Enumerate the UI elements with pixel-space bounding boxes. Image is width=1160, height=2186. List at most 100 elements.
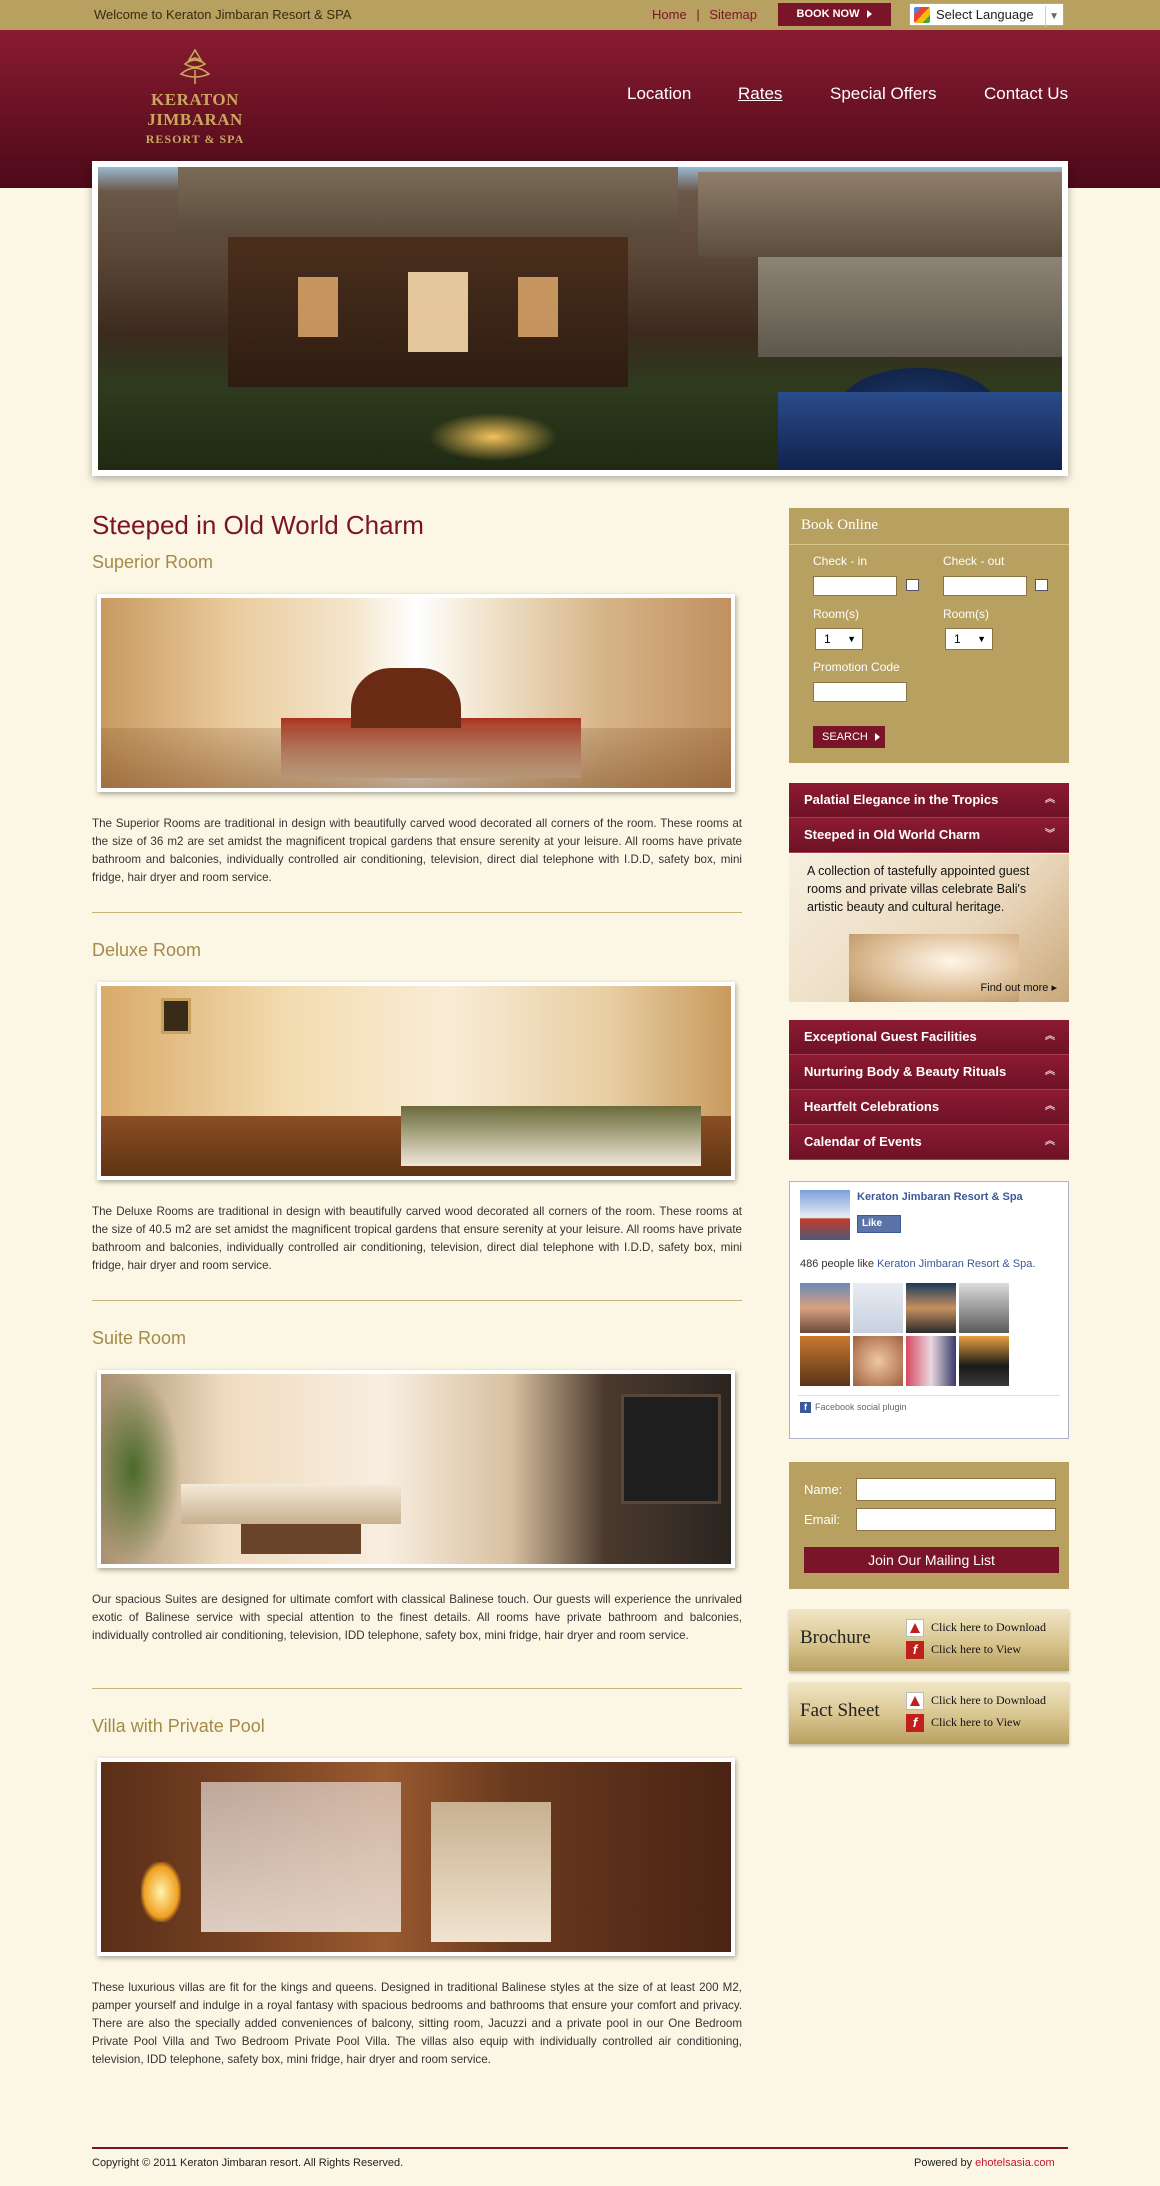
chevron-down-icon: ▼ xyxy=(847,634,856,644)
rooms-select[interactable]: 1 ▼ xyxy=(945,628,993,650)
divider xyxy=(92,1688,742,1689)
sitemap-link[interactable]: Sitemap xyxy=(709,7,757,22)
room-image-villa xyxy=(97,1758,735,1956)
search-button-label: SEARCH xyxy=(822,731,868,743)
divider xyxy=(92,1300,742,1301)
chevron-up-icon: ︽ xyxy=(1045,1136,1055,1147)
link-separator: | xyxy=(696,7,700,22)
join-mailing-list-button[interactable]: Join Our Mailing List xyxy=(804,1547,1059,1573)
room-desc-suite: Our spacious Suites are designed for ult… xyxy=(92,1593,742,1642)
accordion-celebrations[interactable]: Heartfelt Celebrations ︽ xyxy=(789,1090,1069,1125)
nav-rates[interactable]: Rates xyxy=(738,84,782,104)
book-online-title: Book Online xyxy=(801,517,879,533)
footer-divider xyxy=(92,2147,1068,2149)
logo-emblem-icon xyxy=(175,48,215,86)
accordion-label: Nurturing Body & Beauty Rituals xyxy=(804,1064,1007,1079)
room-desc-villa: These luxurious villas are fit for the k… xyxy=(92,1981,742,2066)
divider xyxy=(92,912,742,913)
welcome-text: Welcome to Keraton Jimbaran Resort & SPA xyxy=(94,7,352,22)
rooms-label: Room(s) xyxy=(943,607,990,621)
email-input[interactable] xyxy=(856,1508,1056,1531)
accordion-label: Palatial Elegance in the Tropics xyxy=(804,792,999,807)
nav-location[interactable]: Location xyxy=(627,84,691,104)
brochure-download-label: Click here to Download xyxy=(931,1619,1046,1634)
name-label: Name: xyxy=(804,1482,843,1497)
accordion-calendar-events[interactable]: Calendar of Events ︽ xyxy=(789,1125,1069,1160)
calendar-icon[interactable] xyxy=(906,579,919,591)
checkout-label: Check - out xyxy=(943,554,1005,568)
facebook-page-name[interactable]: Keraton Jimbaran Resort & Spa xyxy=(857,1191,1023,1203)
flash-icon: f xyxy=(906,1714,924,1732)
book-now-label: BOOK NOW xyxy=(796,8,860,20)
fact-sheet-box: Fact Sheet Click here to Download f Click… xyxy=(789,1682,1069,1744)
rooms-select-value: 1 xyxy=(824,632,831,646)
nav-contact-us[interactable]: Contact Us xyxy=(984,84,1068,104)
book-now-button[interactable]: BOOK NOW xyxy=(778,3,891,26)
logo[interactable]: KERATON JIMBARAN RESORT & SPA xyxy=(105,48,285,146)
fact-sheet-title: Fact Sheet xyxy=(800,1700,880,1721)
room-image-deluxe xyxy=(97,982,735,1180)
fact-sheet-view-link[interactable]: f Click here to View xyxy=(906,1714,1021,1732)
powered-by-link[interactable]: ehotelsasia.com xyxy=(975,2157,1055,2169)
avatar[interactable] xyxy=(853,1283,903,1333)
room-desc-deluxe: The Deluxe Rooms are traditional in desi… xyxy=(92,1205,742,1272)
facebook-icon: f xyxy=(800,1402,811,1413)
rooms-select[interactable]: 1 ▼ xyxy=(815,628,863,650)
avatar[interactable] xyxy=(800,1336,850,1386)
rooms-select-value: 1 xyxy=(954,632,961,646)
avatar[interactable] xyxy=(853,1336,903,1386)
arrow-right-icon xyxy=(874,733,880,742)
checkin-label: Check - in xyxy=(813,554,868,568)
accordion-old-world-charm[interactable]: Steeped in Old World Charm ︾ xyxy=(789,818,1069,853)
checkout-input[interactable] xyxy=(943,576,1027,596)
avatar[interactable] xyxy=(959,1336,1009,1386)
room-title-suite: Suite Room xyxy=(92,1328,187,1348)
page-title: Steeped in Old World Charm xyxy=(92,510,424,540)
avatar[interactable] xyxy=(906,1336,956,1386)
arrow-right-icon xyxy=(867,10,873,19)
facebook-like-count: 486 people like Keraton Jimbaran Resort … xyxy=(800,1258,1035,1270)
facebook-page-avatar[interactable] xyxy=(800,1190,850,1240)
room-title-deluxe: Deluxe Room xyxy=(92,940,202,960)
home-link[interactable]: Home xyxy=(652,7,687,22)
search-button[interactable]: SEARCH xyxy=(813,726,885,748)
facebook-plugin-label[interactable]: f Facebook social plugin xyxy=(800,1402,907,1413)
nav-special-offers[interactable]: Special Offers xyxy=(830,84,936,104)
accordion-guest-facilities[interactable]: Exceptional Guest Facilities ︽ xyxy=(789,1020,1069,1055)
find-out-more-link[interactable]: Find out more ▸ xyxy=(981,981,1057,994)
like-count-link[interactable]: Keraton Jimbaran Resort & Spa. xyxy=(877,1258,1035,1270)
avatar[interactable] xyxy=(906,1283,956,1333)
name-input[interactable] xyxy=(856,1478,1056,1501)
brochure-title: Brochure xyxy=(800,1627,871,1648)
room-image-suite xyxy=(97,1370,735,1568)
copyright-text: Copyright © 2011 Keraton Jimbaran resort… xyxy=(92,2157,404,2169)
arrow-right-icon: ▸ xyxy=(1051,982,1057,994)
facebook-like-button[interactable]: Like xyxy=(857,1215,901,1233)
avatar[interactable] xyxy=(959,1283,1009,1333)
chevron-down-icon: ︾ xyxy=(1045,829,1055,840)
powered-by: Powered by ehotelsasia.com xyxy=(914,2157,1055,2169)
chevron-up-icon: ︽ xyxy=(1045,1101,1055,1112)
top-links: Home | Sitemap xyxy=(652,7,757,22)
logo-title: KERATON JIMBARAN xyxy=(147,90,243,129)
like-count-text: 486 people like xyxy=(800,1258,875,1270)
avatar[interactable] xyxy=(800,1283,850,1333)
room-title-superior: Superior Room xyxy=(92,552,214,572)
pdf-icon xyxy=(906,1692,924,1710)
chevron-down-icon: ▼ xyxy=(1045,6,1059,27)
accordion-panel: A collection of tastefully appointed gue… xyxy=(789,854,1069,1002)
brochure-download-link[interactable]: Click here to Download xyxy=(906,1619,1046,1637)
fact-sheet-download-link[interactable]: Click here to Download xyxy=(906,1692,1046,1710)
promo-code-input[interactable] xyxy=(813,682,907,702)
flash-icon: f xyxy=(906,1641,924,1659)
accordion-panel-text: A collection of tastefully appointed gue… xyxy=(807,864,1030,914)
language-select[interactable]: Select Language ▼ xyxy=(909,3,1064,27)
join-mailing-list-label: Join Our Mailing List xyxy=(868,1552,995,1568)
facebook-like-label: Like xyxy=(862,1218,883,1229)
checkin-input[interactable] xyxy=(813,576,897,596)
calendar-icon[interactable] xyxy=(1035,579,1048,591)
brochure-view-link[interactable]: f Click here to View xyxy=(906,1641,1021,1659)
promo-label: Promotion Code xyxy=(813,660,900,674)
accordion-palatial-elegance[interactable]: Palatial Elegance in the Tropics ︽ xyxy=(789,783,1069,818)
accordion-beauty-rituals[interactable]: Nurturing Body & Beauty Rituals ︽ xyxy=(789,1055,1069,1090)
